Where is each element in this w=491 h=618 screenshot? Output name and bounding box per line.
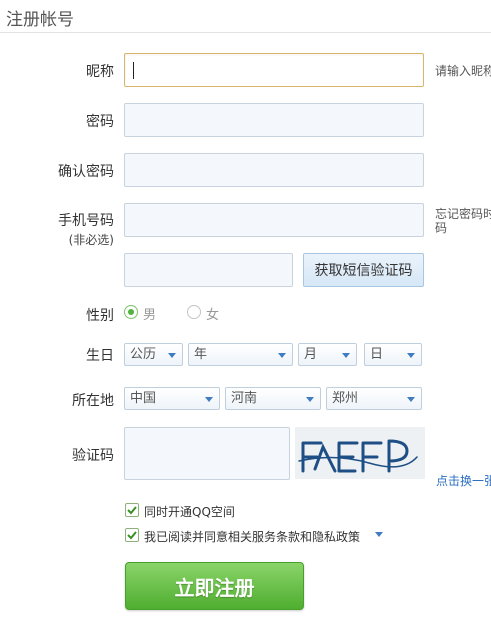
- qzone-checkbox[interactable]: [125, 503, 139, 517]
- chevron-down-icon: [306, 397, 314, 402]
- province-select-value: 河南: [231, 391, 258, 406]
- confirm-password-label: 确认密码: [58, 164, 114, 180]
- chevron-down-icon: [278, 353, 286, 358]
- sms-code-input[interactable]: [124, 253, 293, 287]
- month-select-value: 月: [304, 347, 318, 362]
- month-select[interactable]: 月: [298, 343, 357, 366]
- day-select-value: 日: [370, 347, 384, 362]
- captcha-label: 验证码: [72, 448, 114, 464]
- phone-hint-line1: 忘记密码时: [435, 207, 491, 221]
- city-select-value: 郑州: [332, 391, 359, 406]
- gender-male-label[interactable]: 男: [143, 304, 156, 323]
- day-select[interactable]: 日: [364, 343, 422, 366]
- phone-hint-line2: 码: [435, 221, 448, 235]
- nickname-label: 昵称: [86, 64, 114, 80]
- checkmark-icon: [127, 531, 137, 540]
- chevron-down-icon[interactable]: [375, 532, 383, 537]
- qzone-label[interactable]: 同时开通QQ空间: [144, 503, 235, 520]
- captcha-input[interactable]: [124, 427, 290, 480]
- city-select[interactable]: 郑州: [326, 387, 422, 410]
- country-select[interactable]: 中国: [124, 387, 220, 410]
- confirm-password-input[interactable]: [124, 153, 424, 187]
- checkmark-icon: [127, 506, 137, 515]
- birthday-label: 生日: [86, 348, 114, 364]
- chevron-down-icon: [168, 353, 176, 358]
- register-submit-button[interactable]: 立即注册: [125, 562, 304, 610]
- gender-female-label[interactable]: 女: [206, 304, 219, 323]
- password-label: 密码: [86, 114, 114, 130]
- nickname-input[interactable]: [124, 53, 424, 87]
- phone-input[interactable]: [124, 203, 424, 237]
- year-select-value: 年: [194, 347, 208, 362]
- captcha-image[interactable]: FEFP: [295, 427, 425, 479]
- nickname-hint: 请输入昵称: [435, 64, 491, 78]
- chevron-down-icon: [205, 397, 213, 402]
- get-sms-code-button[interactable]: 获取短信验证码: [303, 253, 424, 287]
- gender-female-radio[interactable]: [187, 305, 201, 319]
- chevron-down-icon: [407, 397, 415, 402]
- phone-optional-label: (非必选): [68, 233, 114, 247]
- captcha-image-graphic: FEFP: [295, 427, 425, 479]
- province-select[interactable]: 河南: [225, 387, 321, 410]
- agree-label[interactable]: 我已阅读并同意相关服务条款和隐私政策: [144, 528, 360, 545]
- chevron-down-icon: [342, 353, 350, 358]
- gender-male-radio[interactable]: [124, 305, 138, 319]
- phone-label: 手机号码: [58, 213, 114, 229]
- page-header: 注册帐号: [0, 0, 491, 33]
- page-title: 注册帐号: [6, 10, 74, 30]
- year-select[interactable]: 年: [188, 343, 293, 366]
- chevron-down-icon: [407, 353, 415, 358]
- captcha-image-text: FEFP: [359, 476, 362, 478]
- gender-label: 性别: [86, 308, 114, 324]
- agree-checkbox[interactable]: [125, 528, 139, 542]
- calendar-select[interactable]: 公历: [124, 343, 183, 366]
- country-select-value: 中国: [130, 391, 157, 406]
- calendar-select-value: 公历: [130, 347, 157, 362]
- password-input[interactable]: [124, 103, 424, 137]
- location-label: 所在地: [72, 393, 114, 409]
- text-caret: [133, 62, 134, 79]
- refresh-captcha-link[interactable]: 点击换一张: [436, 472, 491, 489]
